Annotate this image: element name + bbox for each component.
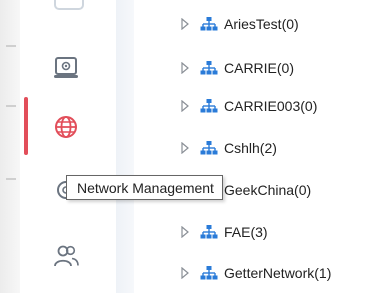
expand-arrow-icon[interactable]	[180, 267, 190, 279]
tree-item-label: CARRIE(0)	[224, 60, 295, 76]
tree-item-label: AriesTest(0)	[224, 16, 299, 32]
users-icon	[54, 245, 79, 267]
expand-arrow-icon[interactable]	[180, 62, 190, 74]
tooltip-text: Network Management	[77, 179, 214, 196]
tree-row[interactable]: Cshlh(2)	[150, 137, 277, 159]
network-topology-icon	[200, 61, 218, 75]
network-topology-icon	[200, 266, 218, 280]
tooltip: Network Management	[66, 175, 223, 200]
expand-arrow-icon[interactable]	[180, 226, 190, 238]
tree-row[interactable]: CARRIE003(0)	[150, 95, 317, 117]
tree-row[interactable]: GetterNetwork(1)	[150, 262, 331, 284]
background-window-edge	[0, 0, 20, 293]
globe-icon	[55, 116, 77, 138]
tree-item-label: Cshlh(2)	[224, 140, 277, 156]
tree-row[interactable]: FAE(3)	[150, 221, 268, 243]
tree-item-label: GeekChina(0)	[224, 182, 312, 198]
sidebar-divider	[116, 0, 134, 293]
network-topology-icon	[200, 17, 218, 31]
network-topology-icon	[200, 225, 218, 239]
icon-sidebar	[20, 0, 116, 293]
network-topology-icon	[200, 141, 218, 155]
sidebar-item-devices[interactable]	[20, 40, 116, 94]
expand-arrow-icon[interactable]	[180, 100, 190, 112]
expand-arrow-icon[interactable]	[180, 18, 190, 30]
tree-item-label: CARRIE003(0)	[224, 98, 318, 114]
sidebar-item-users[interactable]	[20, 224, 116, 278]
tree-item-label: FAE(3)	[224, 224, 268, 240]
network-topology-icon	[200, 99, 218, 113]
expand-arrow-icon[interactable]	[180, 142, 190, 154]
sidebar-item-network-management[interactable]	[20, 97, 116, 155]
tree-row[interactable]: CARRIE(0)	[150, 57, 294, 79]
tree-item-label: GetterNetwork(1)	[224, 265, 332, 281]
network-tree: AriesTest(0) CARRIE(0) CARRIE003(0) Cshlh(2…	[150, 0, 373, 293]
device-screen-icon	[54, 57, 78, 78]
tree-row[interactable]: AriesTest(0)	[150, 13, 299, 35]
partial-top-icon[interactable]	[54, 0, 84, 10]
active-indicator	[24, 97, 28, 155]
